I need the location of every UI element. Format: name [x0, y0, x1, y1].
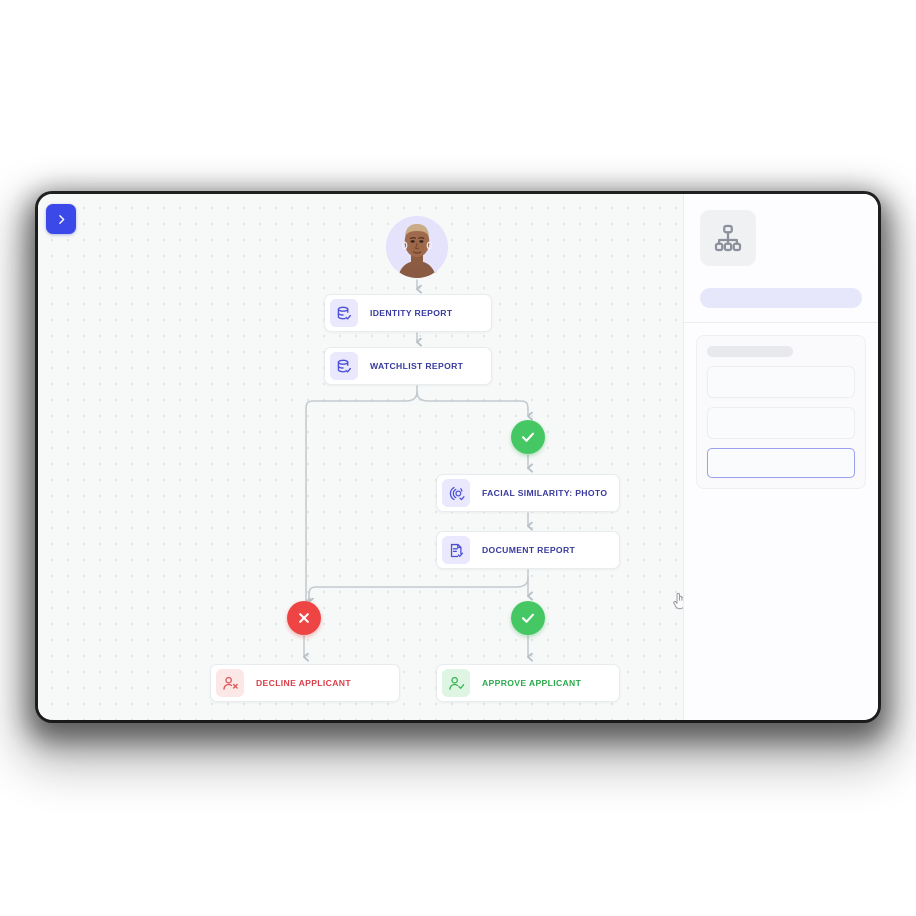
flow-node-decline-applicant[interactable]: DECLINE APPLICANT: [210, 664, 400, 702]
panel-field-label-placeholder: [707, 346, 793, 357]
flow-node-label: FACIAL SIMILARITY: PHOTO: [482, 488, 608, 498]
flow-node-approve-applicant[interactable]: APPROVE APPLICANT: [436, 664, 620, 702]
workflow-canvas[interactable]: IDENTITY REPORT WATCHLIST REPORT FACIAL …: [38, 194, 685, 720]
panel-title-placeholder: [700, 288, 862, 308]
check-circle-icon: [522, 432, 534, 442]
flow-node-label: WATCHLIST REPORT: [370, 361, 464, 371]
chevron-right-icon: [58, 214, 64, 224]
panel-collapse-button[interactable]: [46, 204, 76, 234]
org-chart-icon: [700, 210, 756, 266]
cross-circle-icon: [299, 613, 309, 623]
decision-badge-pass[interactable]: [511, 420, 545, 454]
flow-node-identity-report[interactable]: IDENTITY REPORT: [324, 294, 492, 332]
database-check-icon: [330, 299, 358, 327]
database-check-icon: [330, 352, 358, 380]
panel-header: [684, 194, 878, 323]
flow-node-label: DECLINE APPLICANT: [256, 678, 351, 688]
person-remove-icon: [216, 669, 244, 697]
app-window: IDENTITY REPORT WATCHLIST REPORT FACIAL …: [38, 194, 878, 720]
flow-node-label: APPROVE APPLICANT: [482, 678, 582, 688]
person-check-icon: [442, 669, 470, 697]
flow-node-document-report[interactable]: DOCUMENT REPORT: [436, 531, 620, 569]
document-check-icon: [442, 536, 470, 564]
flow-node-label: IDENTITY REPORT: [370, 308, 453, 318]
face-scan-icon: [442, 479, 470, 507]
flow-node-facial-similarity[interactable]: FACIAL SIMILARITY: PHOTO: [436, 474, 620, 512]
decision-badge-pass[interactable]: [511, 601, 545, 635]
panel-input-3-focused[interactable]: [707, 448, 855, 478]
panel-input-2[interactable]: [707, 407, 855, 439]
person-photo-avatar: [386, 216, 448, 278]
flow-node-watchlist-report[interactable]: WATCHLIST REPORT: [324, 347, 492, 385]
connector-layer: [38, 279, 683, 720]
panel-input-1[interactable]: [707, 366, 855, 398]
flow-node-label: DOCUMENT REPORT: [482, 545, 576, 555]
panel-body: [684, 323, 878, 489]
properties-panel: [683, 194, 878, 720]
check-circle-icon: [522, 613, 534, 623]
decision-badge-fail[interactable]: [287, 601, 321, 635]
panel-settings-card: [696, 335, 866, 489]
applicant-avatar[interactable]: [386, 216, 448, 278]
